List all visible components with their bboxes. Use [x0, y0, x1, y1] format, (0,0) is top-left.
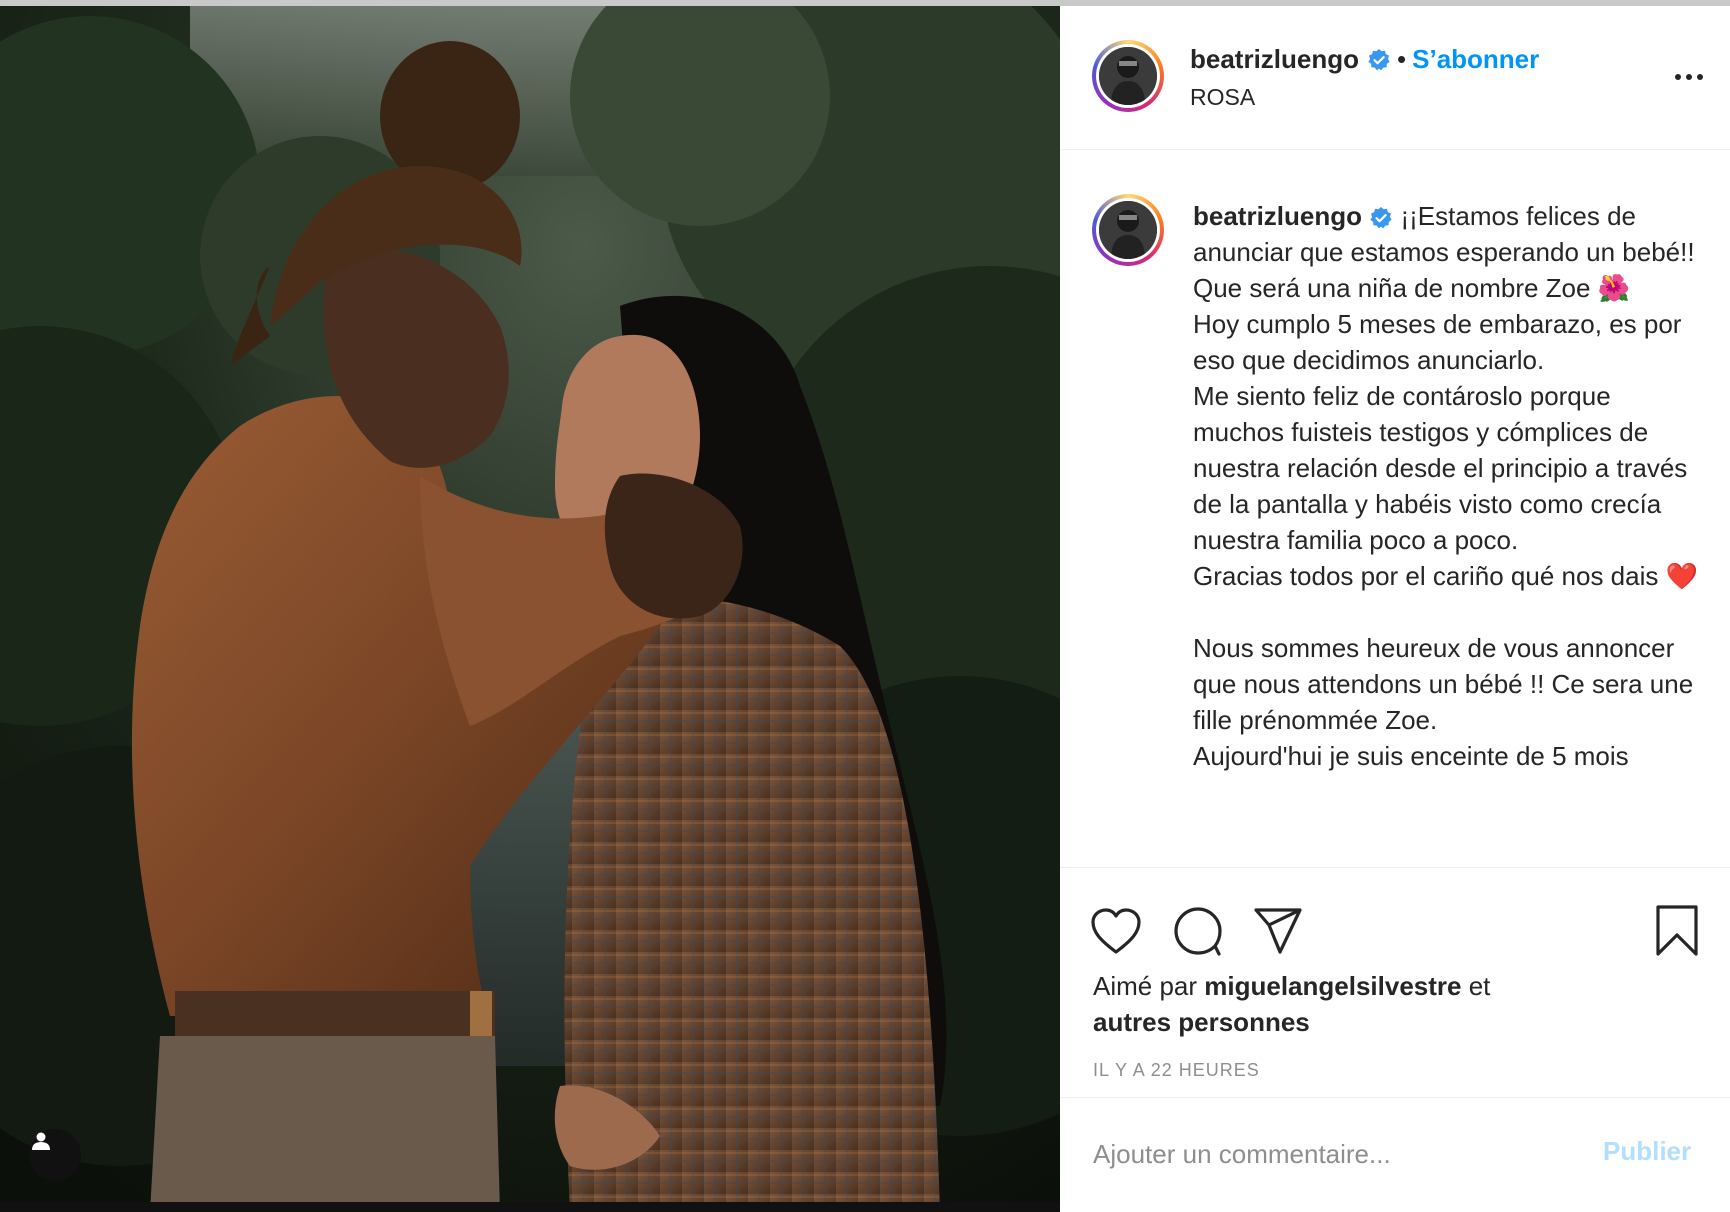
- more-options-button[interactable]: [1664, 62, 1714, 92]
- caption-avatar[interactable]: [1092, 194, 1164, 266]
- header-avatar[interactable]: [1092, 40, 1164, 112]
- avatar-photo-icon: [1099, 201, 1157, 259]
- avatar-image: [1099, 201, 1157, 259]
- caption-username[interactable]: beatrizluengo: [1193, 201, 1362, 231]
- liked-by-prefix: Aimé par: [1093, 971, 1205, 1001]
- liked-by-conjunction: et: [1461, 971, 1491, 1001]
- comment-bubble-icon[interactable]: [1172, 906, 1224, 958]
- follow-button[interactable]: S’abonner: [1412, 44, 1539, 75]
- instagram-post-window: beatrizluengo • S’abonner ROSA beatrizlu…: [0, 0, 1730, 1212]
- user-tag-button[interactable]: [29, 1129, 81, 1181]
- header-username[interactable]: beatrizluengo: [1190, 44, 1359, 75]
- post-side-pane: beatrizluengo • S’abonner ROSA beatrizlu…: [1060, 6, 1730, 1212]
- caption-text: beatrizluengo ¡¡Estamos felices de anunc…: [1193, 198, 1703, 774]
- more-dots-icon: [1686, 74, 1692, 80]
- liked-by-user-link[interactable]: miguelangelsilvestre: [1204, 971, 1461, 1001]
- post-actions: Aimé par miguelangelsilvestre et autres …: [1060, 867, 1730, 1098]
- post-timestamp[interactable]: IL Y A 22 HEURES: [1093, 1060, 1260, 1081]
- avatar-image: [1099, 47, 1157, 105]
- caption-spanish-thanks: Gracias todos por el cariño qué nos dais…: [1193, 561, 1698, 591]
- more-dots-icon: [1697, 74, 1703, 80]
- caption-french-intro: Nous sommes heureux de vous annoncer que…: [1193, 633, 1694, 735]
- likes-summary: Aimé par miguelangelsilvestre et autres …: [1093, 968, 1703, 1040]
- comment-bar: Publier: [1060, 1097, 1730, 1212]
- post-location[interactable]: ROSA: [1190, 84, 1255, 111]
- caption-spanish-months: Hoy cumplo 5 meses de embarazo, es por e…: [1193, 309, 1682, 375]
- publish-button[interactable]: Publier: [1603, 1136, 1691, 1167]
- more-dots-icon: [1675, 74, 1681, 80]
- avatar-border: [1096, 198, 1160, 262]
- liked-by-others-link[interactable]: autres personnes: [1093, 1007, 1310, 1037]
- caption-french-months: Aujourd'hui je suis enceinte de 5 mois: [1193, 741, 1629, 771]
- post-header: beatrizluengo • S’abonner ROSA: [1060, 6, 1730, 150]
- caption-scroll-area[interactable]: beatrizluengo ¡¡Estamos felices de anunc…: [1060, 150, 1730, 866]
- comment-input[interactable]: [1093, 1134, 1573, 1174]
- caption-paragraph: beatrizluengo ¡¡Estamos felices de anunc…: [1193, 198, 1703, 306]
- caption-spanish-story: Me siento feliz de contároslo porque muc…: [1193, 381, 1688, 555]
- photo-illustration: [0, 6, 1060, 1212]
- avatar-photo-icon: [1099, 47, 1157, 105]
- user-tag-icon: [32, 1132, 50, 1150]
- paper-plane-icon[interactable]: [1252, 906, 1304, 956]
- avatar-border: [1096, 44, 1160, 108]
- heart-icon[interactable]: [1090, 908, 1142, 956]
- header-user-row: beatrizluengo • S’abonner: [1190, 44, 1539, 75]
- header-separator: •: [1397, 44, 1407, 74]
- bookmark-icon[interactable]: [1654, 904, 1700, 958]
- verified-badge-icon: [1367, 48, 1391, 72]
- verified-badge-icon: [1369, 206, 1393, 230]
- post-photo[interactable]: [0, 6, 1060, 1212]
